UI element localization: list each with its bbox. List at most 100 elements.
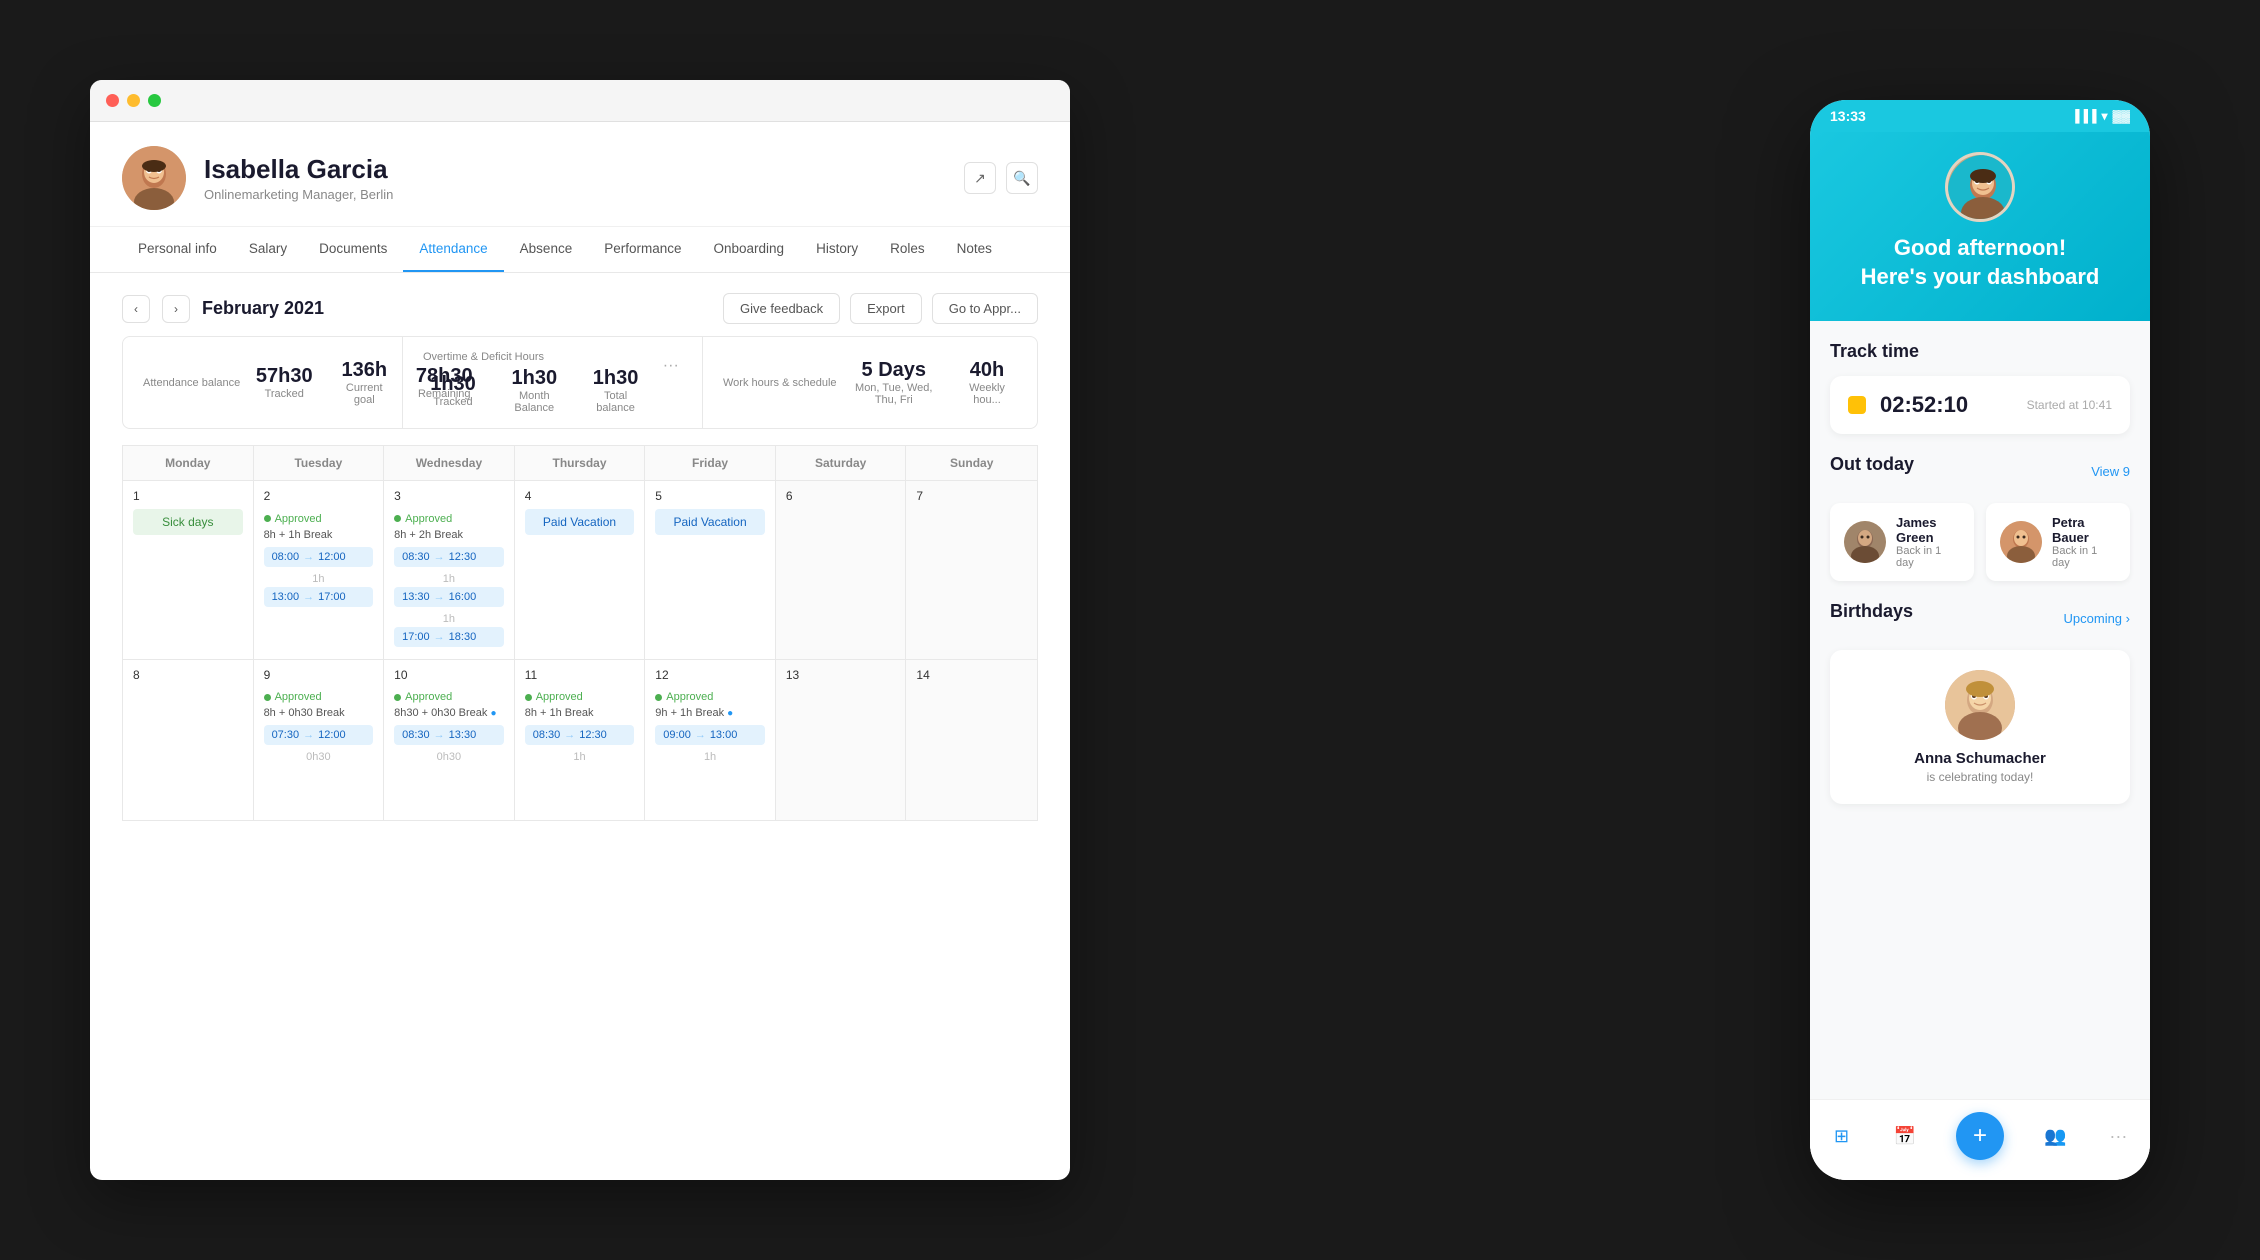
day-tuesday: Tuesday (254, 446, 385, 480)
cell-feb-2[interactable]: 2 Approved 8h + 1h Break 08:00→12:00 1h … (254, 481, 385, 659)
cell-feb-11[interactable]: 11 Approved 8h + 1h Break 08:30→12:30 1h (515, 660, 646, 820)
cell-feb-1[interactable]: 1 Sick days (123, 481, 254, 659)
attendance-balance-label: Attendance balance (143, 377, 240, 389)
cell-feb-9[interactable]: 9 Approved 8h + 0h30 Break 07:30→12:00 0… (254, 660, 385, 820)
tab-absence[interactable]: Absence (504, 227, 589, 272)
stats-bar: Attendance balance 57h30 Tracked 136h Cu… (122, 336, 1038, 429)
birthday-avatar (1945, 670, 2015, 740)
calendar-row-1: 1 Sick days 2 Approved 8h + 1h Break 08:… (123, 481, 1037, 660)
profile-info: Isabella Garcia Onlinemarketing Manager,… (204, 154, 946, 202)
cell-feb-3[interactable]: 3 Approved 8h + 2h Break 08:30→12:30 1h … (384, 481, 515, 659)
ot-total-label: Total balance (586, 390, 646, 414)
birthday-card[interactable]: Anna Schumacher is celebrating today! (1830, 650, 2130, 804)
birthday-name: Anna Schumacher (1850, 750, 2110, 767)
team-icon: 👥 (2043, 1124, 2067, 1148)
nav-calendar[interactable]: 📅 (1893, 1124, 1917, 1148)
tab-notes[interactable]: Notes (941, 227, 1008, 272)
next-month-button[interactable]: › (162, 295, 190, 323)
work-hours-label: Work hours & schedule (723, 377, 837, 389)
prev-month-button[interactable]: ‹ (122, 295, 150, 323)
cell-feb-4[interactable]: 4 Paid Vacation (515, 481, 646, 659)
cell-feb-14[interactable]: 14 (906, 660, 1037, 820)
view-all-link[interactable]: View 9 (2091, 464, 2130, 479)
cell-feb-7[interactable]: 7 (906, 481, 1037, 659)
track-indicator (1848, 396, 1866, 414)
mobile-time: 13:33 (1830, 108, 1866, 124)
track-time-card[interactable]: 02:52:10 Started at 10:41 (1830, 376, 2130, 434)
profile-actions: ↗ 🔍 (964, 162, 1038, 194)
petra-avatar (2000, 521, 2042, 563)
mobile-app: 13:33 ▐▐▐ ▾ ▓▓ (1810, 100, 2150, 1180)
calendar-title: February 2021 (202, 298, 324, 319)
out-person-james[interactable]: James Green Back in 1 day (1830, 503, 1974, 581)
tab-attendance[interactable]: Attendance (403, 227, 503, 272)
tab-personal-info[interactable]: Personal info (122, 227, 233, 272)
nav-tabs: Personal info Salary Documents Attendanc… (90, 227, 1070, 273)
cell-feb-10[interactable]: 10 Approved 8h30 + 0h30 Break ● 08:30→13… (384, 660, 515, 820)
petra-name: Petra Bauer (2052, 515, 2116, 545)
james-status: Back in 1 day (1896, 545, 1960, 569)
profile-header: Isabella Garcia Onlinemarketing Manager,… (90, 122, 1070, 227)
search-button[interactable]: 🔍 (1006, 162, 1038, 194)
tab-onboarding[interactable]: Onboarding (698, 227, 801, 272)
out-person-petra[interactable]: Petra Bauer Back in 1 day (1986, 503, 2130, 581)
nav-team[interactable]: 👥 (2043, 1124, 2067, 1148)
day-friday: Friday (645, 446, 776, 480)
calendar-icon: 📅 (1893, 1124, 1917, 1148)
nav-home[interactable]: ⊞ (1830, 1124, 1854, 1148)
minimize-button[interactable] (127, 94, 140, 107)
cell-feb-8[interactable]: 8 (123, 660, 254, 820)
more-button[interactable]: ··· (660, 351, 682, 375)
out-today-grid: James Green Back in 1 day (1830, 503, 2130, 581)
export-button[interactable]: Export (850, 293, 922, 324)
calendar-header: ‹ › February 2021 Give feedback Export G… (90, 273, 1070, 336)
ot-tracked-value: 1h30 (423, 373, 483, 396)
goal-label: Current goal (334, 382, 394, 406)
ot-month-label: Month Balance (503, 390, 566, 414)
maximize-button[interactable] (148, 94, 161, 107)
paid-vacation-thu: Paid Vacation (525, 509, 635, 535)
cell-feb-6[interactable]: 6 (776, 481, 907, 659)
give-feedback-button[interactable]: Give feedback (723, 293, 840, 324)
profile-title: Onlinemarketing Manager, Berlin (204, 187, 946, 202)
overtime-label: Overtime & Deficit Hours (423, 351, 646, 363)
attendance-balance-group: Attendance balance 57h30 Tracked 136h Cu… (123, 337, 403, 428)
upcoming-link[interactable]: Upcoming › (2064, 611, 2130, 626)
day-wednesday: Wednesday (384, 446, 515, 480)
go-to-approval-button[interactable]: Go to Appr... (932, 293, 1038, 324)
tab-salary[interactable]: Salary (233, 227, 303, 272)
calendar-rows: 1 Sick days 2 Approved 8h + 1h Break 08:… (122, 480, 1038, 821)
avatar (122, 146, 186, 210)
tracked-label: Tracked (254, 388, 314, 400)
tab-history[interactable]: History (800, 227, 874, 272)
share-button[interactable]: ↗ (964, 162, 996, 194)
close-button[interactable] (106, 94, 119, 107)
day-saturday: Saturday (776, 446, 907, 480)
ot-tracked-label: Tracked (423, 396, 483, 408)
wifi-icon: ▾ (2101, 109, 2107, 123)
out-today-header: Out today View 9 (1830, 454, 2130, 489)
cell-feb-13[interactable]: 13 (776, 660, 907, 820)
sick-days-label: Sick days (133, 509, 243, 535)
signal-icon: ▐▐▐ (2071, 109, 2097, 123)
days-value: 5 Days (851, 359, 937, 382)
tab-performance[interactable]: Performance (588, 227, 697, 272)
goal-value: 136h (334, 359, 394, 382)
cell-feb-12[interactable]: 12 Approved 9h + 1h Break ● 09:00→13:00 … (645, 660, 776, 820)
mobile-nav: ⊞ 📅 + 👥 ··· (1810, 1099, 2150, 1180)
tab-documents[interactable]: Documents (303, 227, 403, 272)
track-time-value: 02:52:10 (1880, 392, 1968, 418)
day-sunday: Sunday (906, 446, 1037, 480)
nav-more[interactable]: ··· (2106, 1124, 2130, 1148)
out-today-title: Out today (1830, 454, 1914, 475)
ot-month-value: 1h30 (503, 367, 566, 390)
track-started: Started at 10:41 (2027, 398, 2112, 412)
cell-feb-5[interactable]: 5 Paid Vacation (645, 481, 776, 659)
mobile-hero: Good afternoon! Here's your dashboard (1810, 132, 2150, 321)
calendar-actions: Give feedback Export Go to Appr... (723, 293, 1038, 324)
add-button[interactable]: + (1956, 1112, 2004, 1160)
birthdays-section: Birthdays Upcoming › (1830, 601, 2130, 804)
calendar-row-2: 8 9 Approved 8h + 0h30 Break 07:30→12:00… (123, 660, 1037, 820)
tab-roles[interactable]: Roles (874, 227, 941, 272)
window-titlebar (90, 80, 1070, 122)
